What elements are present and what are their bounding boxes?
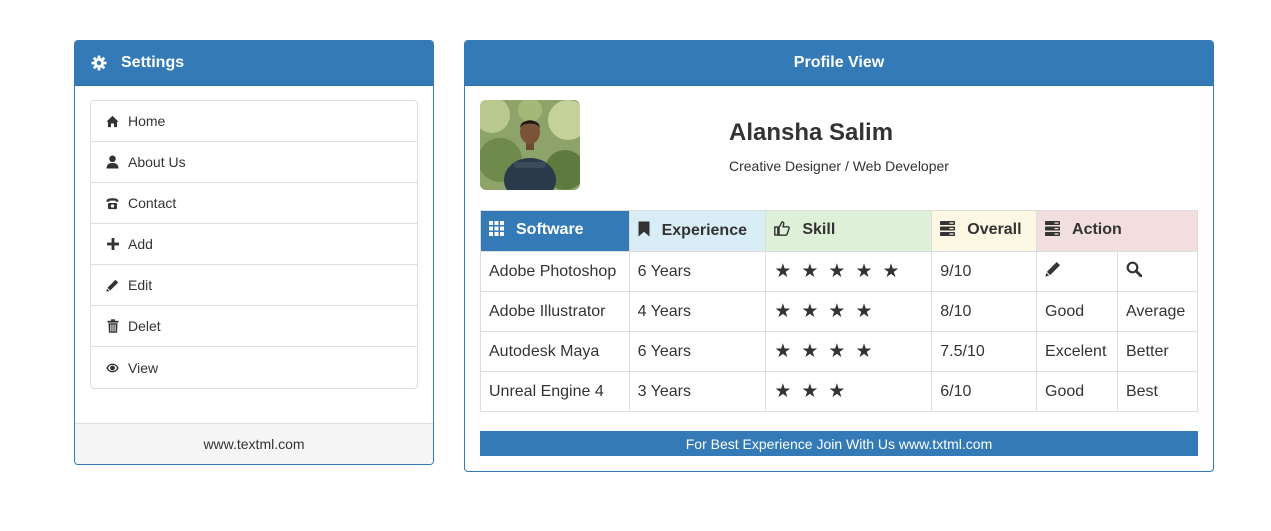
skills-table: Software Experience Skill Overall Action… bbox=[480, 210, 1199, 412]
settings-panel: Settings Home About Us Contact Add Edit … bbox=[74, 40, 434, 465]
table-row: Autodesk Maya 6 Years ★★★★ 7.5/10 Excele… bbox=[480, 331, 1199, 372]
phone-icon bbox=[106, 196, 119, 210]
settings-menu: Home About Us Contact Add Edit Delet Vie… bbox=[90, 100, 418, 389]
cell-software: Unreal Engine 4 bbox=[480, 371, 630, 412]
eye-icon bbox=[106, 361, 119, 375]
settings-footer: www.textml.com bbox=[75, 423, 433, 464]
search-icon[interactable] bbox=[1126, 261, 1143, 281]
settings-footer-text: www.textml.com bbox=[203, 436, 305, 452]
menu-item-delete[interactable]: Delet bbox=[91, 306, 417, 347]
cell-action: Better bbox=[1116, 331, 1199, 372]
menu-item-label: Home bbox=[128, 113, 166, 129]
plus-icon bbox=[106, 237, 119, 251]
cell-experience: 6 Years bbox=[628, 331, 767, 372]
menu-item-label: Contact bbox=[128, 195, 177, 211]
cell-action: Best bbox=[1116, 371, 1199, 412]
pencil-icon bbox=[106, 278, 119, 292]
menu-item-contact[interactable]: Contact bbox=[91, 183, 417, 224]
profile-footer-text: For Best Experience Join With Us www.txt… bbox=[685, 435, 993, 452]
grid-icon bbox=[489, 221, 504, 241]
menu-item-label: Delet bbox=[128, 318, 161, 334]
cell-experience: 3 Years bbox=[628, 371, 767, 412]
cell-skill-stars: ★★★★ bbox=[765, 291, 933, 332]
menu-item-home[interactable]: Home bbox=[91, 101, 417, 142]
menu-item-view[interactable]: View bbox=[91, 347, 417, 388]
column-header-label: Software bbox=[516, 221, 584, 238]
column-header-label: Skill bbox=[802, 221, 836, 238]
profile-role: Creative Designer / Web Developer bbox=[729, 158, 949, 174]
cell-action-edit[interactable] bbox=[1036, 251, 1118, 292]
table-header-row: Software Experience Skill Overall Action bbox=[480, 210, 1198, 252]
profile-name: Alansha Salim bbox=[729, 119, 894, 146]
column-header-label: Experience bbox=[661, 221, 747, 239]
column-header-experience[interactable]: Experience bbox=[628, 210, 767, 252]
column-header-action[interactable]: Action bbox=[1036, 210, 1198, 252]
cell-experience: 6 Years bbox=[628, 251, 767, 292]
cell-skill-stars: ★★★★ bbox=[765, 331, 933, 372]
menu-item-about-us[interactable]: About Us bbox=[91, 142, 417, 183]
column-header-software[interactable]: Software bbox=[480, 210, 630, 252]
cell-software: Autodesk Maya bbox=[480, 331, 630, 372]
profile-panel: Profile View Alansha Salim Creative Desi… bbox=[464, 40, 1214, 472]
star-rating: ★★★★★ bbox=[774, 261, 910, 282]
star-rating: ★★★ bbox=[774, 381, 856, 402]
menu-item-label: Edit bbox=[128, 277, 153, 293]
cell-overall: 6/10 bbox=[931, 371, 1038, 412]
table-row: Adobe Illustrator 4 Years ★★★★ 8/10 Good… bbox=[480, 291, 1199, 332]
bookmark-icon bbox=[638, 221, 650, 242]
cell-overall: 8/10 bbox=[931, 291, 1038, 332]
cell-action: Good bbox=[1036, 291, 1118, 332]
cell-action: Good bbox=[1036, 371, 1118, 412]
column-header-skill[interactable]: Skill bbox=[765, 210, 933, 252]
column-header-label: Overall bbox=[967, 221, 1022, 238]
menu-item-label: Add bbox=[128, 236, 153, 252]
trash-icon bbox=[106, 319, 119, 333]
column-header-overall[interactable]: Overall bbox=[931, 210, 1038, 252]
cell-overall: 7.5/10 bbox=[931, 331, 1038, 372]
star-rating: ★★★★ bbox=[774, 301, 883, 322]
menu-item-label: About Us bbox=[128, 154, 186, 170]
server-icon bbox=[1045, 221, 1061, 241]
cell-action: Excelent bbox=[1036, 331, 1118, 372]
cell-action-search[interactable] bbox=[1116, 251, 1199, 292]
cell-overall: 9/10 bbox=[931, 251, 1038, 292]
cell-skill-stars: ★★★★★ bbox=[765, 251, 933, 292]
column-header-label: Action bbox=[1072, 221, 1122, 238]
user-icon bbox=[106, 155, 119, 169]
cell-action: Average bbox=[1116, 291, 1199, 332]
cell-software: Adobe Illustrator bbox=[480, 291, 630, 332]
menu-item-label: View bbox=[128, 359, 159, 376]
server-icon bbox=[940, 221, 956, 241]
profile-title: Profile View bbox=[793, 54, 885, 71]
table-row: Adobe Photoshop 6 Years ★★★★★ 9/10 bbox=[480, 251, 1199, 292]
profile-footer-bar: For Best Experience Join With Us www.txt… bbox=[480, 431, 1198, 456]
cell-software: Adobe Photoshop bbox=[480, 251, 630, 292]
table-row: Unreal Engine 4 3 Years ★★★ 6/10 Good Be… bbox=[480, 371, 1199, 412]
settings-title: Settings bbox=[121, 54, 185, 71]
cell-experience: 4 Years bbox=[628, 291, 767, 332]
menu-item-add[interactable]: Add bbox=[91, 224, 417, 265]
menu-item-edit[interactable]: Edit bbox=[91, 265, 417, 306]
profile-header: Profile View bbox=[465, 41, 1213, 86]
star-rating: ★★★★ bbox=[774, 341, 883, 362]
avatar bbox=[480, 100, 580, 190]
settings-header: Settings bbox=[75, 41, 433, 86]
thumbs-up-icon bbox=[774, 221, 791, 241]
cell-skill-stars: ★★★ bbox=[765, 371, 933, 412]
home-icon bbox=[106, 114, 119, 128]
pencil-icon[interactable] bbox=[1045, 261, 1061, 281]
gear-icon bbox=[91, 55, 107, 71]
